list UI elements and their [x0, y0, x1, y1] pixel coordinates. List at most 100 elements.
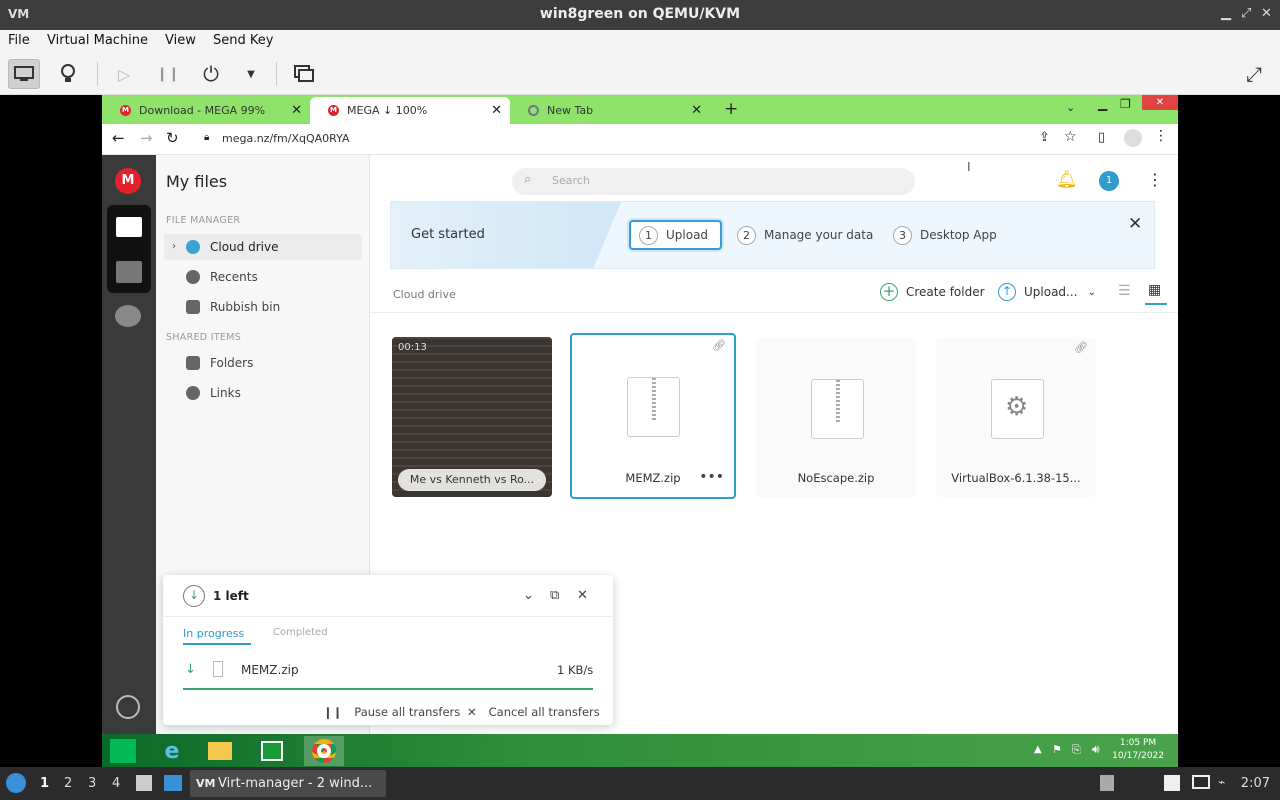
chat-rail-icon[interactable] — [115, 305, 141, 327]
file-card-memz[interactable]: 🔗︎ MEMZ.zip ••• — [570, 333, 736, 499]
shutdown-button[interactable]: ⏻ — [195, 59, 227, 89]
windows-clock[interactable]: 1:05 PM 10/17/2022 — [1112, 737, 1164, 763]
details-view-button[interactable] — [52, 59, 84, 89]
menu-virtual-machine[interactable]: Virtual Machine — [47, 33, 148, 48]
step-upload[interactable]: 1 Upload — [629, 220, 723, 250]
close-icon[interactable]: ✕ — [1142, 95, 1178, 110]
host-clock[interactable]: 2:07 — [1241, 776, 1270, 791]
url-field[interactable]: mega.nz/fm/XqQA0RYA — [222, 132, 349, 145]
notification-count-badge[interactable]: 1 — [1099, 171, 1119, 191]
tab-completed[interactable]: Completed — [273, 627, 328, 638]
share-icon[interactable]: ⇪ — [1039, 130, 1050, 145]
account-status-icon[interactable] — [116, 695, 140, 719]
menu-view[interactable]: View — [165, 33, 196, 48]
sidebar-item-recents[interactable]: Recents — [164, 264, 362, 290]
tab-download-mega[interactable]: M Download - MEGA 99% ✕ — [102, 97, 310, 124]
minimize-icon[interactable]: ▁ — [1098, 97, 1107, 111]
console-view-button[interactable] — [8, 59, 40, 89]
chrome-icon[interactable] — [304, 736, 344, 766]
bell-icon[interactable]: 🔔︎ — [1056, 170, 1078, 190]
tray-flag-icon[interactable]: ⚑ — [1052, 743, 1062, 756]
menu-send-key[interactable]: Send Key — [213, 33, 273, 48]
menu-file[interactable]: File — [8, 33, 30, 48]
show-desktop-icon[interactable] — [164, 775, 182, 791]
workspace-1[interactable]: 1 — [40, 776, 49, 791]
collapse-icon[interactable]: ⌄ — [523, 588, 534, 603]
windows-start-icon[interactable] — [110, 739, 136, 763]
tray-arrow-icon[interactable]: ▲ — [1034, 744, 1042, 755]
close-icon[interactable]: ✕ — [1261, 6, 1272, 21]
run-button[interactable]: ▷ — [108, 59, 140, 89]
search-input[interactable]: ⌕ Search — [512, 168, 915, 195]
close-banner-icon[interactable]: ✕ — [1128, 214, 1142, 234]
tab-close-icon[interactable]: ✕ — [291, 103, 302, 118]
explorer-icon[interactable] — [200, 736, 240, 766]
pause-button[interactable]: ❙❙ — [152, 59, 184, 89]
file-card-noescape[interactable]: NoEscape.zip — [756, 337, 916, 497]
kebab-menu-icon[interactable]: ⋮ — [1154, 128, 1168, 144]
step-desktop-app[interactable]: 3 Desktop App — [893, 220, 997, 250]
tab-in-progress[interactable]: In progress — [183, 627, 244, 640]
store-icon[interactable] — [252, 736, 292, 766]
maximize-icon[interactable]: ⤢ — [1241, 6, 1251, 21]
sidebar-item-cloud-drive[interactable]: › Cloud drive — [164, 234, 362, 260]
tab-mega[interactable]: M MEGA ↓ 100% ✕ — [310, 97, 510, 124]
side-panel-icon[interactable]: ▯ — [1098, 130, 1105, 145]
volume-icon[interactable]: 🔊︎ — [1092, 742, 1100, 757]
clock-date: 10/17/2022 — [1112, 751, 1164, 761]
sidebar-item-folders[interactable]: Folders — [164, 350, 362, 376]
ie-icon[interactable]: e — [152, 736, 192, 766]
more-options-icon[interactable]: ••• — [699, 469, 724, 485]
workspace-2[interactable]: 2 — [64, 776, 72, 791]
taskbar-virt-manager[interactable]: VM Virt-manager - 2 wind... — [190, 770, 386, 797]
sidebar-item-links[interactable]: Links — [164, 380, 362, 406]
new-tab-icon[interactable]: + — [724, 99, 738, 119]
transfer-row[interactable]: ↓ MEMZ.zip 1 KB/s — [163, 655, 613, 685]
profile-icon[interactable] — [1124, 129, 1142, 147]
snapshots-button[interactable] — [288, 59, 320, 89]
step-manage-data[interactable]: 2 Manage your data — [737, 220, 873, 250]
reload-icon[interactable]: ↻ — [166, 129, 179, 147]
minimize-icon[interactable]: ▁ — [1221, 6, 1231, 21]
forward-icon[interactable]: → — [140, 129, 153, 147]
lock-icon[interactable]: 🔒︎ — [204, 132, 209, 143]
shutdown-menu-button[interactable]: ▼ — [235, 59, 267, 89]
upload-button[interactable]: ↑ Upload... ⌄ — [998, 283, 1096, 301]
tray-notes-icon[interactable] — [1164, 775, 1180, 791]
cancel-all-button[interactable]: ✕ Cancel all transfers — [467, 705, 600, 719]
workspace-4[interactable]: 4 — [112, 776, 120, 791]
tab-close-icon[interactable]: ✕ — [691, 103, 702, 118]
tray-network-icon[interactable]: ⌁ — [1218, 775, 1225, 789]
sidebar-item-rubbish-bin[interactable]: Rubbish bin — [164, 294, 362, 320]
file-card-virtualbox[interactable]: 🔗︎ ⚙ VirtualBox-6.1.38-15... — [936, 337, 1096, 497]
restore-icon[interactable]: ❐ — [1120, 97, 1131, 111]
tab-new-tab[interactable]: New Tab ✕ — [510, 97, 710, 124]
photos-rail-icon[interactable] — [116, 261, 142, 283]
cloud-drive-rail-icon[interactable] — [116, 217, 142, 237]
list-view-icon[interactable]: ☰ — [1118, 283, 1131, 299]
mega-logo-icon[interactable]: M — [115, 168, 141, 194]
file-manager-icon[interactable] — [136, 775, 152, 791]
caret-down-icon: ▼ — [247, 68, 255, 80]
fullscreen-button[interactable]: ⤢ — [1238, 59, 1270, 89]
breadcrumb[interactable]: Cloud drive — [393, 288, 456, 301]
star-icon[interactable]: ☆ — [1064, 129, 1077, 145]
back-icon[interactable]: ← — [112, 129, 125, 147]
sidebar-item-label: Rubbish bin — [210, 300, 281, 314]
distro-menu-icon[interactable] — [6, 773, 26, 793]
grid-view-icon[interactable]: ▦ — [1148, 282, 1161, 298]
pause-all-button[interactable]: ❙❙ Pause all transfers — [323, 705, 460, 719]
tray-clipboard-icon[interactable] — [1100, 775, 1114, 791]
network-icon[interactable]: ⎘ — [1072, 743, 1081, 757]
file-card-video[interactable]: 00:13 Me vs Kenneth vs Ro... — [392, 337, 552, 497]
open-transfers-icon[interactable]: ⧉ — [550, 588, 559, 603]
close-icon[interactable]: ✕ — [577, 588, 588, 603]
link-icon: 🔗︎ — [1074, 341, 1088, 354]
tray-display-icon[interactable] — [1192, 775, 1210, 789]
workspace-3[interactable]: 3 — [88, 776, 96, 791]
step-label: Manage your data — [764, 228, 874, 242]
tab-close-icon[interactable]: ✕ — [491, 103, 502, 118]
create-folder-button[interactable]: + Create folder — [880, 283, 985, 301]
kebab-menu-icon[interactable]: ⋮ — [1147, 170, 1163, 189]
tab-search-icon[interactable]: ⌄ — [1066, 101, 1075, 114]
